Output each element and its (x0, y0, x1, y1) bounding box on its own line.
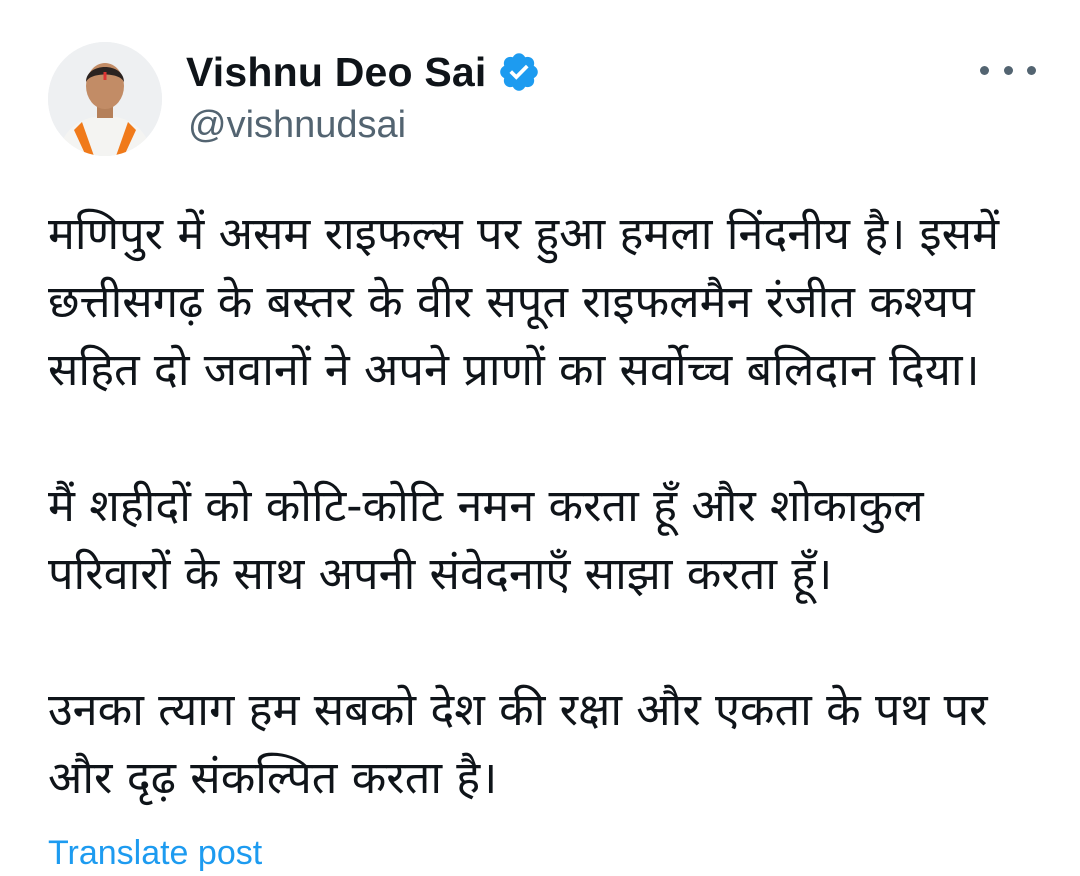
avatar-image (48, 42, 162, 156)
post-text: मणिपुर में असम राइफल्स पर हुआ हमला निंदन… (48, 200, 1048, 876)
post-line: छत्तीसगढ़ के बस्तर के वीर सपूत राइफलमैन … (48, 275, 975, 328)
post-line: सहित दो जवानों ने अपने प्राणों का सर्वोच… (48, 343, 980, 396)
author-name-row: Vishnu Deo Sai (186, 46, 541, 98)
post-card: Vishnu Deo Sai @vishnudsai मणिपुर में अस… (0, 0, 1080, 876)
more-options-icon[interactable] (980, 52, 1036, 88)
post-line: परिवारों के साथ अपनी संवेदनाएँ साझा करता… (48, 547, 833, 600)
post-line: मणिपुर में असम राइफल्स पर हुआ हमला निंदन… (48, 207, 999, 260)
post-paragraph: मैं शहीदों को कोटि-कोटि नमन करता हूँ और … (48, 472, 1048, 608)
translate-post-link[interactable]: Translate post (48, 834, 262, 873)
post-line: उनका त्याग हम सबको देश की रक्षा और एकता … (48, 683, 988, 736)
verified-badge-icon[interactable] (497, 50, 541, 94)
dot (1027, 65, 1036, 75)
author-handle[interactable]: @vishnudsai (188, 104, 406, 147)
author-avatar[interactable] (48, 42, 162, 156)
post-line: और दृढ़ संकल्पित करता है। (48, 751, 498, 804)
post-paragraph: मणिपुर में असम राइफल्स पर हुआ हमला निंदन… (48, 200, 1048, 404)
post-line: मैं शहीदों को कोटि-कोटि नमन करता हूँ और … (48, 479, 924, 532)
dot (1003, 65, 1013, 75)
dot (980, 65, 989, 75)
post-paragraph: उनका त्याग हम सबको देश की रक्षा और एकता … (48, 676, 1048, 812)
author-display-name[interactable]: Vishnu Deo Sai (186, 49, 487, 96)
